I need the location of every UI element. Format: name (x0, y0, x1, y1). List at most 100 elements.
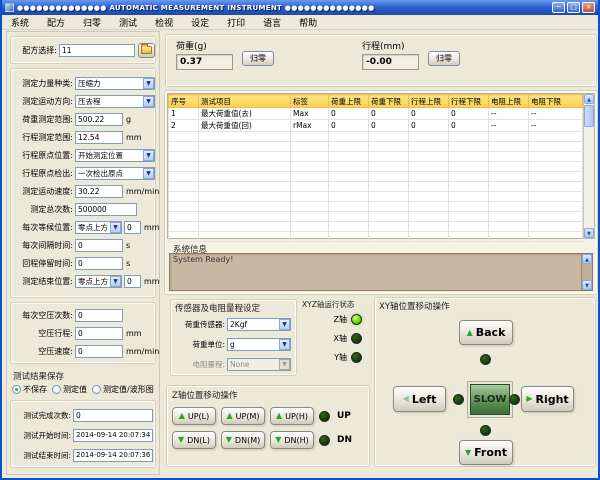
radio-icon (92, 385, 101, 394)
back-led (480, 354, 491, 365)
menu-print[interactable]: 打印 (218, 16, 254, 29)
col-res-upper: 电阻上限 (488, 94, 529, 108)
menu-recipe[interactable]: 配方 (38, 16, 74, 29)
force-type-select[interactable]: 压缩力 ▼ (75, 76, 155, 90)
end-time-input[interactable] (73, 448, 153, 462)
right-button[interactable]: Right (521, 386, 574, 412)
stroke-range-input[interactable] (75, 130, 123, 144)
recipe-input[interactable] (59, 43, 135, 57)
y-axis-led (351, 352, 362, 363)
wait-position-select[interactable]: 零点上方 ▼ (75, 220, 122, 234)
down-mid-button[interactable]: DN(M) (221, 431, 265, 449)
save-option-waveform[interactable]: 测定值/波形图 (92, 384, 154, 395)
field-row: 测定运动速度: mm/min (11, 182, 159, 200)
table-header-row: 序号 测试项目 标签 荷重上限 荷重下限 行程上限 行程下限 电阻上限 电阻下限 (168, 94, 583, 108)
start-time-input[interactable] (73, 428, 153, 442)
unit-label: mm (126, 132, 142, 142)
scroll-up-icon[interactable]: ▲ (584, 94, 594, 104)
motion-speed-input[interactable] (75, 184, 123, 198)
sysinfo-scrollbar[interactable]: ▲ ▼ (581, 254, 592, 290)
close-button[interactable]: × (582, 2, 595, 13)
minimize-button[interactable]: ─ (552, 2, 565, 13)
button-label: UP(M) (235, 411, 260, 421)
end-position-input[interactable] (124, 274, 141, 288)
scroll-thumb[interactable] (584, 105, 594, 127)
air-count-input[interactable] (75, 308, 123, 322)
z-up-row: UP(L) UP(M) UP(H) UP (172, 407, 369, 425)
slow-button[interactable]: SLOW (470, 384, 510, 415)
axis-label: Z轴 (333, 315, 347, 324)
maximize-button[interactable]: □ (567, 2, 580, 13)
x-axis-led (351, 333, 362, 344)
table-empty-row (168, 141, 583, 152)
scroll-up-icon[interactable]: ▲ (582, 254, 592, 264)
system-info-message: System Ready! (173, 255, 234, 264)
up-led (319, 410, 330, 422)
menu-language[interactable]: 语言 (254, 16, 290, 29)
table-scrollbar[interactable]: ▲ ▼ (583, 94, 594, 238)
field-label: 每次空压次数: (22, 310, 73, 320)
air-speed-input[interactable] (75, 344, 123, 358)
select-value: 压去程 (78, 96, 101, 106)
up-arrow-icon (179, 412, 185, 420)
cell: 0 (368, 119, 409, 132)
field-row: 空压行程: mm (11, 324, 155, 342)
open-recipe-button[interactable] (138, 42, 155, 58)
scroll-down-icon[interactable]: ▼ (584, 228, 594, 238)
button-label: DN(L) (187, 435, 210, 445)
air-press-group: 每次空压次数: 空压行程: mm 空压速度: mm/min (10, 302, 159, 364)
menu-help[interactable]: 帮助 (290, 16, 326, 29)
up-low-button[interactable]: UP(L) (172, 407, 216, 425)
stroke-zero-button[interactable]: 归零 (428, 51, 460, 66)
field-label: 测试开始时间: (23, 430, 71, 440)
origin-detect-select[interactable]: 一次检出原点 ▼ (75, 166, 155, 180)
load-zero-button[interactable]: 归零 (242, 51, 274, 66)
menu-system[interactable]: 系统 (2, 16, 38, 29)
menu-test[interactable]: 测试 (110, 16, 146, 29)
button-label: Right (535, 392, 569, 406)
field-row: 空压速度: mm/min (11, 342, 159, 360)
axis-status-row: Z轴 (302, 310, 370, 329)
interval-time-input[interactable] (75, 238, 123, 252)
col-index: 序号 (168, 94, 199, 108)
save-option-none[interactable]: 不保存 (12, 384, 47, 395)
chevron-down-icon: ▼ (279, 318, 290, 330)
cell: -- (488, 119, 529, 132)
select-value: 压缩力 (78, 78, 101, 88)
xyz-status-panel: XYZ轴运行状态 Z轴 X轴 Y轴 (302, 299, 370, 376)
menu-view[interactable]: 检视 (146, 16, 182, 29)
test-result-group: 测试完成次数: 测试开始时间: 测试结束时间: (10, 400, 156, 468)
end-position-select[interactable]: 零点上方 ▼ (75, 274, 122, 288)
menu-settings[interactable]: 设定 (182, 16, 218, 29)
field-label: 每次等候位置: (22, 222, 73, 232)
left-button[interactable]: Left (393, 386, 446, 412)
up-mid-button[interactable]: UP(M) (221, 407, 265, 425)
return-dwell-input[interactable] (75, 256, 123, 270)
load-range-input[interactable] (75, 112, 123, 126)
table-empty-row (168, 131, 583, 142)
up-arrow-icon (276, 412, 282, 420)
scroll-down-icon[interactable]: ▼ (582, 280, 592, 290)
down-high-button[interactable]: DN(H) (270, 431, 314, 449)
field-row: 电阻量程: None ▼ (171, 354, 296, 374)
front-button[interactable]: Front (459, 440, 513, 465)
air-stroke-input[interactable] (75, 326, 123, 340)
button-label: Back (475, 326, 506, 339)
down-arrow-icon (226, 436, 232, 444)
completed-count-input[interactable] (73, 408, 153, 422)
up-arrow-icon (227, 412, 233, 420)
origin-position-select[interactable]: 开始测定位置 ▼ (75, 148, 155, 162)
save-option-value[interactable]: 测定值 (52, 384, 87, 395)
back-button[interactable]: Back (459, 320, 513, 345)
motion-direction-select[interactable]: 压去程 ▼ (75, 94, 155, 108)
wait-position-input[interactable] (124, 220, 141, 234)
table-row[interactable]: 1 最大荷重值(去) Max 0 0 0 0 -- -- (168, 107, 583, 120)
menu-zero[interactable]: 归零 (74, 16, 110, 29)
window-title: ●●●●●●●●●●●●●● AUTOMATIC MEASUREMENT INS… (17, 3, 375, 12)
load-unit-select[interactable]: g ▼ (227, 337, 291, 351)
total-count-input[interactable] (75, 202, 137, 216)
down-low-button[interactable]: DN(L) (172, 431, 216, 449)
up-high-button[interactable]: UP(H) (270, 407, 314, 425)
load-sensor-select[interactable]: 2Kgf ▼ (227, 317, 291, 331)
table-row[interactable]: 2 最大荷重值(回) rMax 0 0 0 0 -- -- (168, 119, 583, 132)
